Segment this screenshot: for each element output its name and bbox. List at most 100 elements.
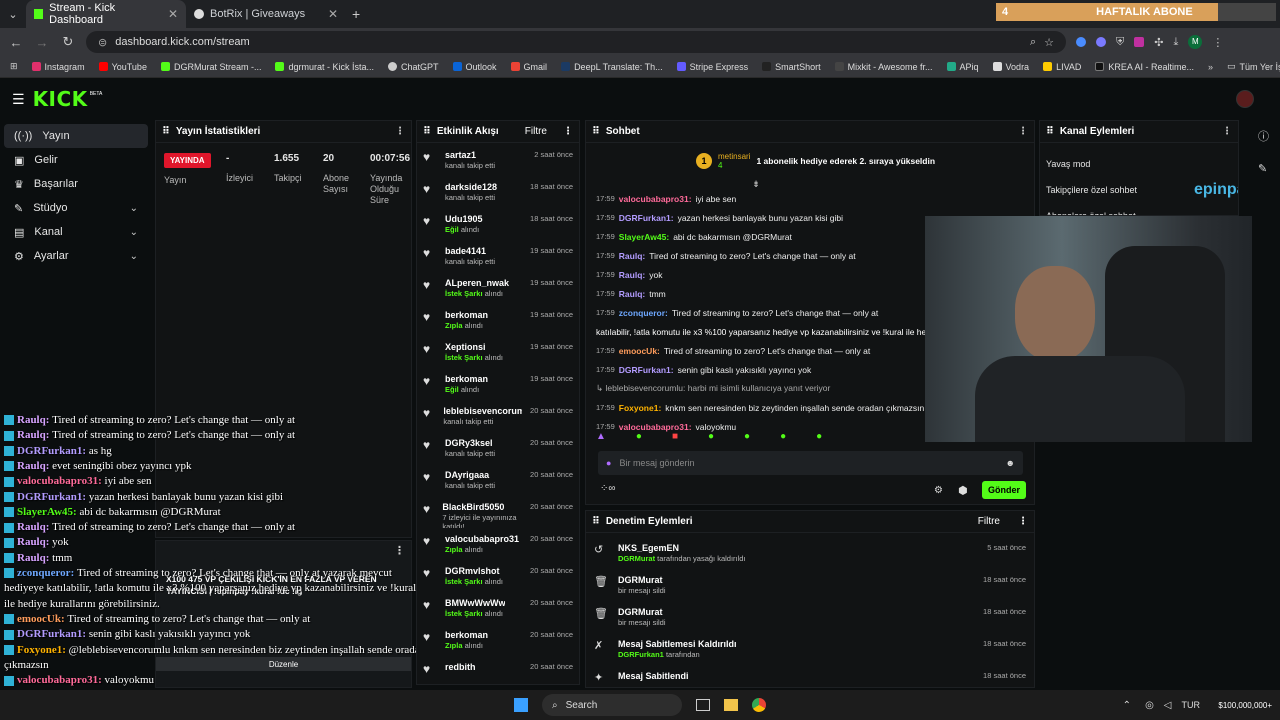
drag-handle-icon[interactable]: ⠿	[423, 126, 431, 137]
puzzle-icon[interactable]: ✣	[1154, 36, 1163, 49]
activity-item[interactable]: ♥ DGRy3ksel kanalı takip etti 20 saat önce	[417, 435, 579, 467]
moderation-item[interactable]: 🗑 DGRMurat bir mesajı sildi 18 saat önce	[586, 571, 1034, 603]
bookmark-item[interactable]: Mixkit - Awesome fr...	[834, 62, 933, 72]
bookmark-item[interactable]: DGRMurat Stream -...	[160, 62, 261, 72]
chat-user[interactable]: SlayerAw45:	[619, 232, 669, 242]
emote-icon[interactable]: ●	[708, 431, 714, 442]
new-tab-icon[interactable]: +	[352, 6, 360, 22]
bookmark-item[interactable]: ChatGPT	[388, 62, 439, 72]
kick-logo[interactable]: KICK	[33, 87, 88, 111]
bookmark-item[interactable]: Vodra	[992, 62, 1029, 72]
chat-input[interactable]: ● Bir mesaj gönderin ☻	[598, 451, 1023, 475]
drag-handle-icon[interactable]: ⠿	[1046, 126, 1054, 137]
bookmark-item[interactable]: APiq	[946, 62, 979, 72]
chat-message[interactable]: 17:59 DGRFurkan1: yazan herkesi banlayak b…	[586, 208, 926, 227]
activity-item[interactable]: ♥ DAyrigaaa kanalı takip etti 20 saat önce	[417, 467, 579, 499]
bookmark-item[interactable]: Outlook	[452, 62, 497, 72]
moderation-item[interactable]: ✦ Mesaj Sabitlendi 18 saat önce	[586, 667, 1034, 687]
speaker-icon[interactable]: ◁	[1164, 700, 1172, 711]
chat-user[interactable]: Raulq:	[619, 270, 645, 280]
activity-item[interactable]: ♥ darkside128 kanalı takip etti 18 saat önc…	[417, 179, 579, 211]
activity-item[interactable]: ♥ Udu1905 Eğil alındı 18 saat önce	[417, 211, 579, 243]
send-button[interactable]: Gönder	[982, 481, 1026, 499]
activity-item[interactable]: ♥ bade4141 kanalı takip etti 19 saat önce	[417, 243, 579, 275]
mic-icon[interactable]: ●	[606, 458, 611, 468]
activity-item[interactable]: ♥ valocubabapro31 Zıpla alındı 20 saat önce	[417, 531, 579, 563]
apps-grid-icon[interactable]: ⊞	[10, 61, 18, 72]
avatar[interactable]	[1236, 90, 1254, 108]
moderation-item[interactable]: ↺ NKS_EgemEN DGRMurat tarafından yasağı ka…	[586, 539, 1034, 571]
chat-user[interactable]: valocubabapro31:	[619, 422, 692, 432]
download-icon[interactable]: ⤓	[1173, 36, 1178, 49]
emote-icon[interactable]: ●	[636, 431, 642, 442]
bookmark-item[interactable]: LIVAD	[1043, 62, 1081, 72]
edit-button[interactable]: Düzenle	[156, 657, 411, 671]
chat-user[interactable]: Foxyone1:	[619, 403, 662, 413]
sidebar-item-ayarlar[interactable]: ⚙ Ayarlar ⌄	[4, 244, 148, 268]
bookmark-item[interactable]: DeepL Translate: Th...	[561, 62, 663, 72]
chat-user[interactable]: emoocUk:	[619, 346, 660, 356]
emoji-icon[interactable]: ☻	[1006, 458, 1015, 468]
task-view-icon[interactable]	[696, 699, 710, 711]
activity-item[interactable]: ♥ BMWwWwWw İstek Şarkı alındı 20 saat önce	[417, 595, 579, 627]
chat-message[interactable]: 17:59 Foxyone1: knkm sen neresinden biz ze…	[586, 398, 926, 417]
menu-dots-icon[interactable]: ⋮	[1222, 126, 1232, 137]
bookmark-item[interactable]: KREA AI - Realtime...	[1095, 62, 1194, 72]
activity-item[interactable]: ♥ DGRmvlshot İstek Şarkı alındı 20 saat önc…	[417, 563, 579, 595]
activity-item[interactable]: ♥ leblebisevencorumlukanalı takip etti 20 …	[417, 403, 579, 435]
gear-icon[interactable]: ⚙	[934, 485, 943, 496]
activity-item[interactable]: ♥ redbith 20 saat önce	[417, 659, 579, 684]
chat-message[interactable]: 17:59 emoocUk: Tired of streaming to zero?…	[586, 341, 926, 360]
profile-avatar[interactable]: M	[1188, 35, 1203, 49]
sidebar-item-gelir[interactable]: ▣ Gelir	[4, 148, 148, 172]
filter-button[interactable]: Filtre	[525, 126, 547, 137]
activity-item[interactable]: ♥ Xeptionsi İstek Şarkı alındı 19 saat önce	[417, 339, 579, 371]
bookmark-item[interactable]: dgrmurat - Kick İsta...	[275, 62, 374, 72]
shield-icon[interactable]: ⛨	[1116, 36, 1124, 49]
menu-dots-icon[interactable]: ⋮	[156, 541, 411, 559]
chat-user[interactable]: Raulq:	[619, 289, 645, 299]
taskbar-search[interactable]: ⌕ Search	[542, 694, 682, 716]
chat-message[interactable]: 17:59 DGRFurkan1: senin gibi kaslı yakısık…	[586, 360, 926, 379]
chat-message[interactable]: 17:59 SlayerAw45: abi dc bakarmısın @DGRMu…	[586, 227, 926, 246]
chat-message[interactable]: 17:59 Raulq: tmm	[586, 284, 926, 303]
chat-message[interactable]: katılabilir, !atla komutu ile x3 %100 ya…	[586, 322, 926, 341]
sidebar-item-kanal[interactable]: ▤ Kanal ⌄	[4, 220, 148, 244]
activity-item[interactable]: ♥ berkoman Zıpla alındı 20 saat önce	[417, 627, 579, 659]
pinned-message[interactable]: 1 metinsari 4 1 abonelik hediye ederek 2…	[586, 143, 1034, 179]
close-icon[interactable]: ✕	[328, 7, 338, 21]
site-info-icon[interactable]: ⊜	[98, 36, 107, 49]
forward-icon[interactable]: →	[34, 35, 50, 50]
info-icon[interactable]: ⓘ	[1258, 128, 1280, 144]
slow-mode-toggle[interactable]: Yavaş mod	[1046, 151, 1232, 177]
activity-item[interactable]: ♥ berkoman Zıpla alındı 19 saat önce	[417, 307, 579, 339]
bookmark-item[interactable]: YouTube	[98, 62, 147, 72]
emote-icon[interactable]: ●	[744, 431, 750, 442]
extension-icon[interactable]	[1076, 37, 1086, 47]
extension-icon[interactable]	[1134, 37, 1145, 47]
all-bookmarks[interactable]: ▭Tüm Yer İşaretleri	[1227, 61, 1280, 72]
back-icon[interactable]: ←	[8, 35, 24, 50]
bookmark-item[interactable]: Stripe Express	[676, 62, 748, 72]
close-icon[interactable]: ✕	[168, 7, 178, 21]
activity-item[interactable]: ♥ BlackBird5050 7 izleyici ile yayınınıza …	[417, 499, 579, 531]
emote-icon[interactable]: ▲	[596, 431, 606, 442]
sidebar-item-yayin[interactable]: ((·)) Yayın	[4, 124, 148, 148]
zoom-icon[interactable]: ⌕	[1030, 36, 1036, 49]
activity-item[interactable]: ♥ berkoman Eğil alındı 19 saat önce	[417, 371, 579, 403]
bookmark-item[interactable]: Instagram	[31, 62, 85, 72]
activity-item[interactable]: ♥ ALperen_nwak İstek Şarkı alındı 19 saat ö…	[417, 275, 579, 307]
emote-icon[interactable]: ●	[816, 431, 822, 442]
headset-icon[interactable]: ◎	[1145, 700, 1154, 711]
chat-user[interactable]: Raulq:	[619, 251, 645, 261]
more-bookmarks-icon[interactable]: »	[1208, 62, 1213, 72]
chevron-up-icon[interactable]: ⌃	[1123, 700, 1131, 711]
sidebar-item-basarilar[interactable]: ♛ Başarılar	[4, 172, 148, 196]
menu-dots-icon[interactable]: ⋮	[1212, 36, 1223, 49]
scroll-down-icon[interactable]: ⇟	[586, 179, 926, 189]
emote-icon[interactable]: ●	[780, 431, 786, 442]
activity-item[interactable]: ♥ sartaz1 kanalı takip etti 2 saat önce	[417, 147, 579, 179]
chat-message[interactable]: 17:59 zconqueror: Tired of streaming to ze…	[586, 303, 926, 322]
windows-start-icon[interactable]	[514, 698, 528, 712]
bookmark-star-icon[interactable]: ☆	[1044, 36, 1054, 49]
